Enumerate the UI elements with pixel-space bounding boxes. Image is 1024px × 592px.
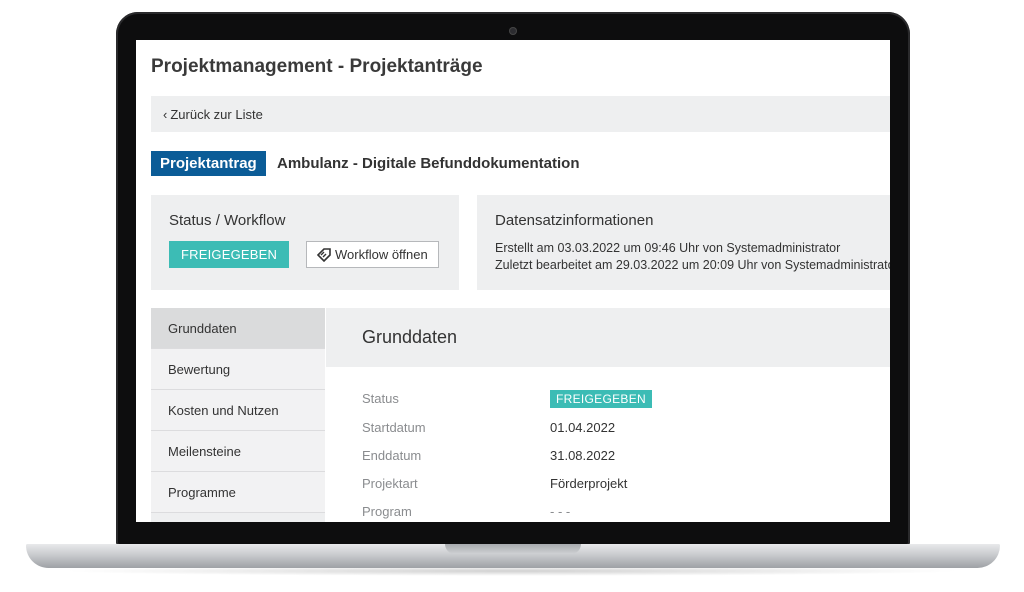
sidebar-item-label: Programme [168, 485, 236, 500]
content-panel: Grunddaten Status FREIGEGEBEN Startdatum… [326, 308, 890, 522]
sidebar-item-kosten-nutzen[interactable]: Kosten und Nutzen [151, 390, 325, 431]
sidebar-item-label: Meilensteine [168, 444, 241, 459]
chevron-left-icon: ‹ [163, 107, 168, 122]
created-info: Erstellt am 03.03.2022 um 09:46 Uhr von … [495, 241, 841, 255]
status-button[interactable]: FREIGEGEBEN [169, 241, 290, 268]
sidebar-item-programme[interactable]: Programme [151, 472, 325, 513]
content-title: Grunddaten [362, 327, 458, 347]
project-name: Ambulanz - Digitale Befunddokumentation [277, 155, 580, 172]
field-label-startdatum: Startdatum [362, 420, 426, 435]
info-panel-title: Datensatzinformationen [495, 212, 654, 229]
sidebar-item-meilensteine[interactable]: Meilensteine [151, 431, 325, 472]
back-bar: ‹ Zurück zur Liste [151, 96, 890, 132]
sidebar-item-label: Grunddaten [168, 321, 237, 336]
record-info-panel: Datensatzinformationen Erstellt am 03.03… [477, 195, 890, 290]
laptop-notch [445, 544, 581, 554]
field-label-projektart: Projektart [362, 476, 418, 491]
field-label-status: Status [362, 391, 399, 406]
field-value-program: - - - [550, 504, 571, 519]
field-value-enddatum: 31.08.2022 [550, 448, 616, 463]
sidebar-item-label: Bewertung [168, 362, 231, 377]
field-label-enddatum: Enddatum [362, 448, 422, 463]
field-value-startdatum: 01.04.2022 [550, 420, 616, 435]
status-panel-title: Status / Workflow [169, 212, 286, 229]
status-tag: FREIGEGEBEN [550, 390, 652, 408]
page-title: Projektmanagement - Projektanträge [151, 56, 483, 77]
sidebar-item-label: Kosten und Nutzen [168, 403, 279, 418]
project-type-badge: Projektantrag [151, 151, 266, 176]
field-label-program: Program [362, 504, 412, 519]
section-sidebar: Grunddaten Bewertung Kosten und Nutzen M… [151, 308, 325, 522]
content-header: Grunddaten [326, 308, 890, 367]
sidebar-item-grunddaten[interactable]: Grunddaten [151, 308, 325, 349]
open-workflow-button[interactable]: Workflow öffnen [306, 241, 439, 268]
back-label: Zurück zur Liste [170, 107, 263, 122]
status-workflow-panel: Status / Workflow FREIGEGEBEN Workflow ö… [151, 195, 459, 290]
camera-icon [509, 27, 517, 35]
back-to-list-link[interactable]: ‹ Zurück zur Liste [163, 107, 263, 122]
screen: Projektmanagement - Projektanträge ‹ Zurü… [136, 40, 890, 522]
field-value-projektart: Förderprojekt [550, 476, 628, 491]
edited-info: Zuletzt bearbeitet am 29.03.2022 um 20:0… [495, 258, 890, 272]
sidebar-item-bewertung[interactable]: Bewertung [151, 349, 325, 390]
workflow-button-label: Workflow öffnen [335, 247, 428, 262]
tag-icon [316, 248, 331, 263]
